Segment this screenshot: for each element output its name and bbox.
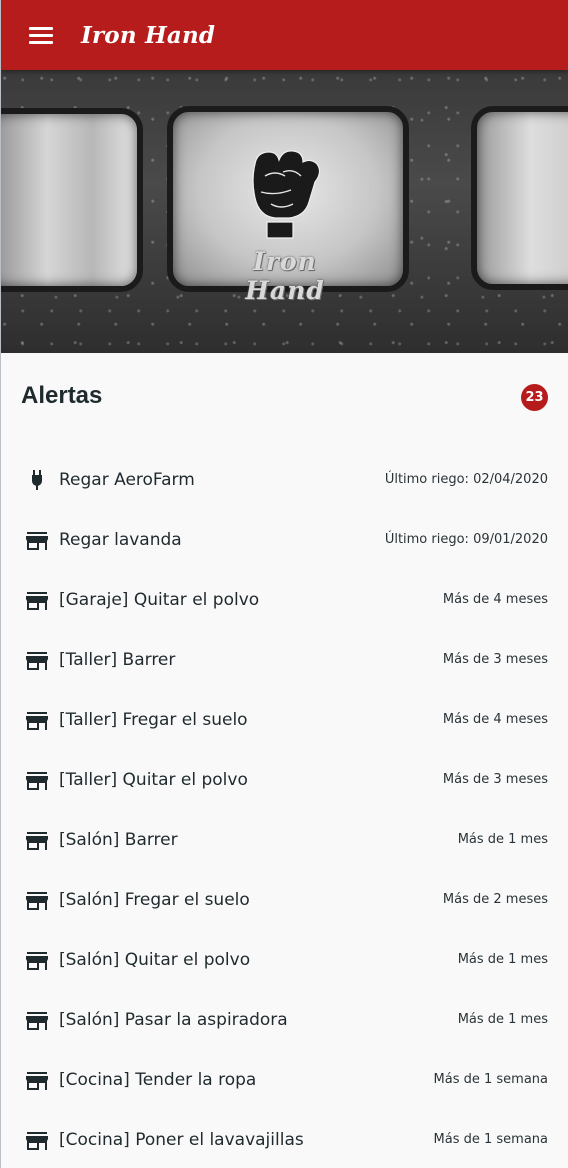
store-icon bbox=[26, 532, 48, 550]
alert-item[interactable]: [Cocina] Tender la ropa Más de 1 semana bbox=[1, 1051, 568, 1111]
alerts-card: Alertas 23 Regar AeroFarm Último riego: … bbox=[1, 353, 568, 1168]
app-bar: Iron Hand bbox=[1, 0, 568, 70]
store-icon bbox=[26, 592, 48, 610]
alert-item-label: [Cocina] Poner el lavavajillas bbox=[59, 1130, 304, 1150]
alert-item-meta: Más de 1 mes bbox=[457, 832, 548, 847]
alert-item-label: [Salón] Barrer bbox=[59, 830, 178, 850]
alert-item[interactable]: [Garaje] Quitar el polvo Más de 4 meses bbox=[1, 571, 568, 631]
store-icon bbox=[26, 952, 48, 970]
store-icon bbox=[26, 1132, 48, 1150]
alert-item-meta: Más de 1 mes bbox=[457, 952, 548, 967]
hero-banner: Iron Hand bbox=[1, 70, 568, 353]
alert-item-label: [Salón] Fregar el suelo bbox=[59, 890, 250, 910]
alert-item[interactable]: [Taller] Fregar el suelo Más de 4 meses bbox=[1, 691, 568, 751]
alert-item-meta: Más de 4 meses bbox=[442, 592, 548, 607]
alert-item[interactable]: [Salón] Pasar la aspiradora Más de 1 mes bbox=[1, 991, 568, 1051]
store-icon bbox=[26, 1012, 48, 1030]
alert-item-meta: Más de 4 meses bbox=[442, 712, 548, 727]
alert-item[interactable]: Regar AeroFarm Último riego: 02/04/2020 bbox=[1, 451, 568, 511]
alert-item-meta: Más de 1 mes bbox=[457, 1012, 548, 1027]
alert-item-meta: Más de 1 semana bbox=[433, 1132, 548, 1147]
alert-item[interactable]: [Salón] Barrer Más de 1 mes bbox=[1, 811, 568, 871]
train-window-right bbox=[471, 106, 568, 290]
alert-item-meta: Más de 3 meses bbox=[442, 772, 548, 787]
app-screen: Iron Hand Iron Hand Alertas 23 Regar Aer… bbox=[0, 0, 568, 1168]
alerts-header: Alertas 23 bbox=[1, 353, 568, 443]
alert-item-meta: Más de 1 semana bbox=[433, 1072, 548, 1087]
alert-item-meta: Último riego: 09/01/2020 bbox=[384, 532, 548, 547]
plug-icon bbox=[32, 470, 42, 490]
alerts-list: Regar AeroFarm Último riego: 02/04/2020 … bbox=[1, 451, 568, 1168]
alert-item-label: [Taller] Quitar el polvo bbox=[59, 770, 248, 790]
store-icon bbox=[26, 772, 48, 790]
alert-item[interactable]: [Salón] Fregar el suelo Más de 2 meses bbox=[1, 871, 568, 931]
store-icon bbox=[26, 712, 48, 730]
alert-item-label: [Salón] Quitar el polvo bbox=[59, 950, 251, 970]
alert-item-label: [Taller] Barrer bbox=[59, 650, 176, 670]
store-icon bbox=[26, 1072, 48, 1090]
alert-item-label: [Cocina] Tender la ropa bbox=[59, 1070, 257, 1090]
alert-item-label: [Salón] Pasar la aspiradora bbox=[59, 1010, 288, 1030]
train-window-left bbox=[1, 108, 143, 292]
alert-item-meta: Más de 2 meses bbox=[442, 892, 548, 907]
raised-fist-icon bbox=[252, 150, 321, 239]
alert-item-label: Regar AeroFarm bbox=[59, 470, 195, 490]
hero-logo-text: Iron Hand bbox=[245, 247, 325, 305]
alert-item[interactable]: [Taller] Quitar el polvo Más de 3 meses bbox=[1, 751, 568, 811]
menu-icon bbox=[29, 23, 53, 48]
alert-item[interactable]: [Cocina] Poner el lavavajillas Más de 1 … bbox=[1, 1111, 568, 1168]
store-icon bbox=[26, 832, 48, 850]
alert-item-meta: Más de 3 meses bbox=[442, 652, 548, 667]
store-icon bbox=[26, 892, 48, 910]
app-title: Iron Hand bbox=[81, 21, 216, 49]
alert-item-label: [Garaje] Quitar el polvo bbox=[59, 590, 260, 610]
alert-item[interactable]: [Salón] Quitar el polvo Más de 1 mes bbox=[1, 931, 568, 991]
alert-item-meta: Último riego: 02/04/2020 bbox=[384, 472, 548, 487]
alerts-title: Alertas bbox=[21, 382, 103, 409]
alert-item[interactable]: [Taller] Barrer Más de 3 meses bbox=[1, 631, 568, 691]
alert-item-label: [Taller] Fregar el suelo bbox=[59, 710, 248, 730]
store-icon bbox=[26, 652, 48, 670]
alert-item-label: Regar lavanda bbox=[59, 530, 182, 550]
menu-button[interactable] bbox=[1, 0, 87, 70]
alerts-count-badge: 23 bbox=[521, 384, 548, 411]
alert-item[interactable]: Regar lavanda Último riego: 09/01/2020 bbox=[1, 511, 568, 571]
